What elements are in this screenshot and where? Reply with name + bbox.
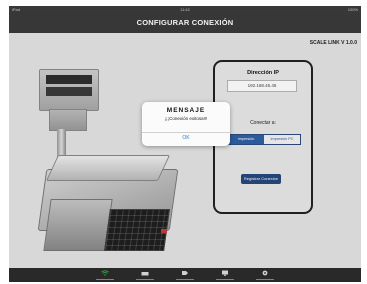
- ok-button[interactable]: OK: [142, 135, 230, 141]
- device-screen: iPad 11:42 100% CONFIGURAR CONEXIÓN SCAL…: [9, 6, 361, 282]
- dialog-title: MENSAJE: [166, 107, 206, 114]
- message-dialog: MENSAJE ¡¡¡Conexión exitosa!!! OK: [142, 102, 230, 146]
- dialog-message: ¡¡¡Conexión exitosa!!!: [164, 116, 208, 121]
- dialog-divider: [142, 132, 230, 133]
